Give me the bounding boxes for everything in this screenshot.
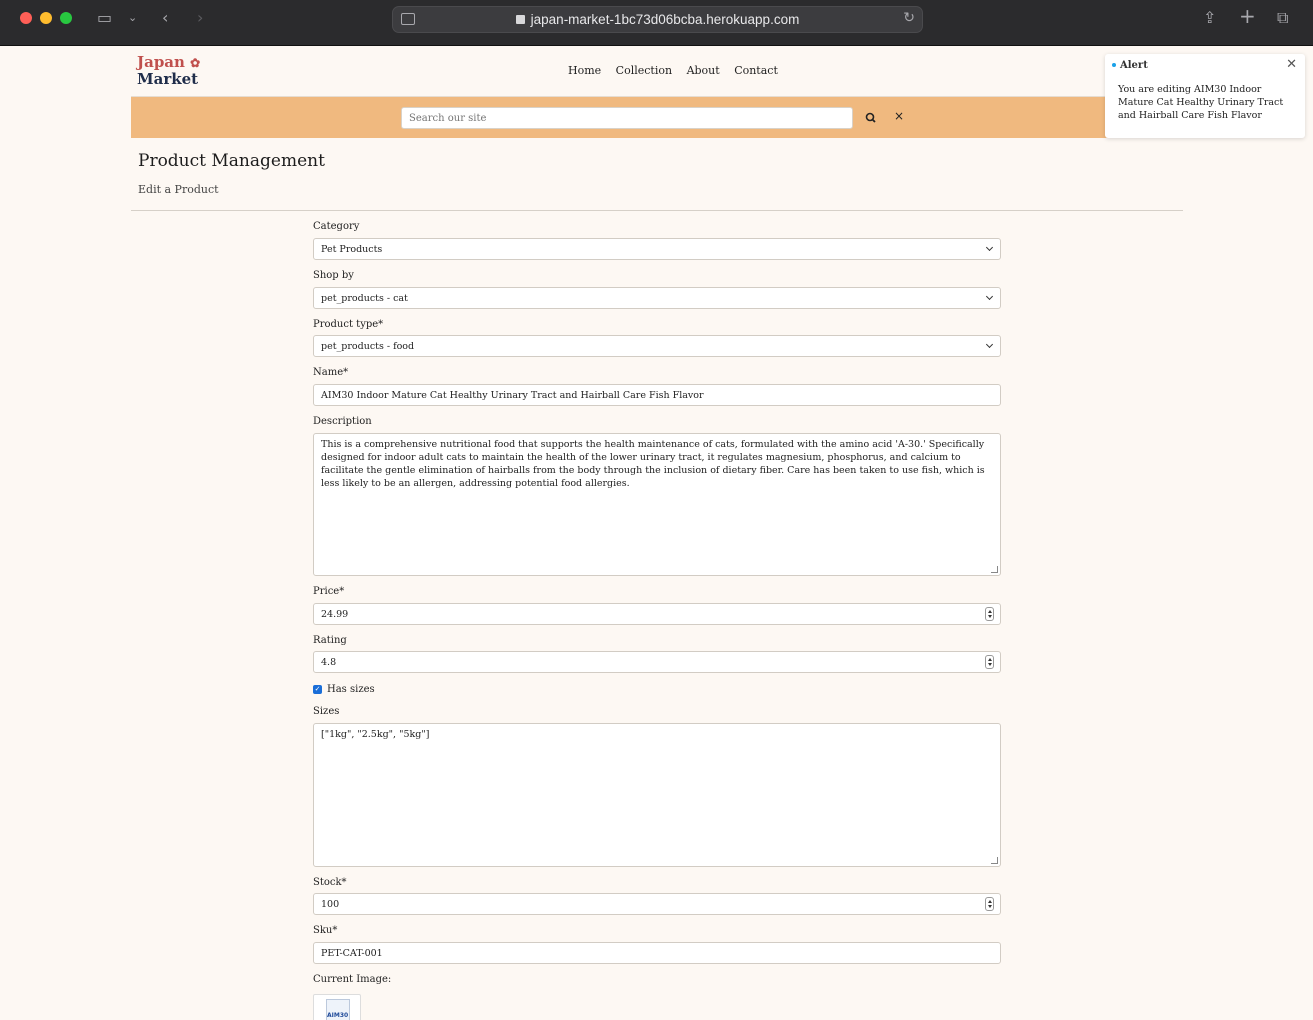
has-sizes-checkbox[interactable]: ✓ [313, 685, 322, 694]
clear-search-icon[interactable]: × [894, 109, 904, 123]
lock-icon [515, 15, 525, 24]
stock-input[interactable]: 100 [313, 893, 1001, 915]
stepper-icon[interactable] [985, 897, 994, 911]
resize-handle[interactable] [991, 566, 998, 573]
sku-label: Sku* [313, 925, 338, 936]
shopby-label: Shop by [313, 270, 354, 281]
nav-contact[interactable]: Contact [734, 64, 778, 77]
alert-message: You are editing AIM30 Indoor Mature Cat … [1118, 84, 1284, 121]
nav-home[interactable]: Home [568, 64, 601, 77]
search-icon[interactable] [862, 110, 880, 126]
chevron-down-icon [985, 340, 994, 349]
maximize-window-button[interactable] [60, 12, 72, 24]
search-bar: × [131, 96, 1183, 138]
browser-toolbar: ▭ ⌄ ‹ › japan-market-1bc73d06bcba.heroku… [0, 0, 1313, 46]
tabs-overview-icon[interactable]: ⧉ [1277, 8, 1288, 28]
divider [131, 210, 1183, 211]
product-type-select[interactable]: pet_products - food [313, 335, 1001, 357]
minimize-window-button[interactable] [40, 12, 52, 24]
category-select[interactable]: Pet Products [313, 238, 1001, 260]
current-image-label: Current Image: [313, 974, 392, 985]
category-label: Category [313, 221, 360, 232]
has-sizes-label[interactable]: Has sizes [327, 684, 375, 695]
nav-collection[interactable]: Collection [616, 64, 672, 77]
stepper-icon[interactable] [985, 655, 994, 669]
stock-label: Stock* [313, 877, 347, 888]
resize-handle[interactable] [991, 857, 998, 864]
share-icon[interactable]: ⇪ [1203, 8, 1216, 28]
shopby-select[interactable]: pet_products - cat [313, 287, 1001, 309]
nav-about[interactable]: About [687, 64, 720, 77]
status-dot-icon [1112, 63, 1116, 67]
site-logo[interactable]: Japan ✿ Market [137, 54, 200, 87]
price-input[interactable]: 24.99 [313, 603, 1001, 625]
alert-toast: Alert ✕ You are editing AIM30 Indoor Mat… [1105, 54, 1305, 138]
address-bar[interactable]: japan-market-1bc73d06bcba.herokuapp.com … [392, 6, 923, 33]
flower-icon: ✿ [190, 56, 201, 70]
main-nav: Home Collection About Contact [568, 64, 789, 77]
sizes-textarea[interactable]: ["1kg", "2.5kg", "5kg"] [313, 723, 1001, 867]
chevron-down-icon[interactable]: ⌄ [128, 8, 137, 28]
page-title: Product Management [138, 151, 325, 171]
description-textarea[interactable]: This is a comprehensive nutritional food… [313, 433, 1001, 576]
price-label: Price* [313, 586, 345, 597]
description-label: Description [313, 416, 372, 427]
new-tab-icon[interactable]: + [1239, 6, 1256, 26]
rating-input[interactable]: 4.8 [313, 651, 1001, 673]
chevron-down-icon [985, 292, 994, 301]
stepper-icon[interactable] [985, 607, 994, 621]
close-window-button[interactable] [20, 12, 32, 24]
search-input[interactable] [401, 107, 853, 129]
name-input[interactable]: AIM30 Indoor Mature Cat Healthy Urinary … [313, 384, 1001, 406]
chevron-down-icon [985, 243, 994, 252]
product-type-label: Product type* [313, 319, 384, 330]
sidebar-icon[interactable]: ▭ [97, 8, 112, 28]
close-icon[interactable]: ✕ [1286, 57, 1297, 72]
reload-icon[interactable]: ↻ [903, 10, 915, 26]
alert-title: Alert [1120, 60, 1148, 71]
sizes-label: Sizes [313, 706, 340, 717]
page-subtitle: Edit a Product [138, 183, 219, 196]
back-icon[interactable]: ‹ [162, 8, 168, 28]
url-text: japan-market-1bc73d06bcba.herokuapp.com [530, 12, 800, 27]
forward-icon[interactable]: › [197, 8, 203, 28]
sku-input[interactable]: PET-CAT-001 [313, 942, 1001, 964]
name-label: Name* [313, 367, 349, 378]
current-image-thumbnail[interactable]: AIM30 [313, 994, 361, 1020]
page: Japan ✿ Market Home Collection About Con… [0, 46, 1313, 1020]
rating-label: Rating [313, 635, 347, 646]
